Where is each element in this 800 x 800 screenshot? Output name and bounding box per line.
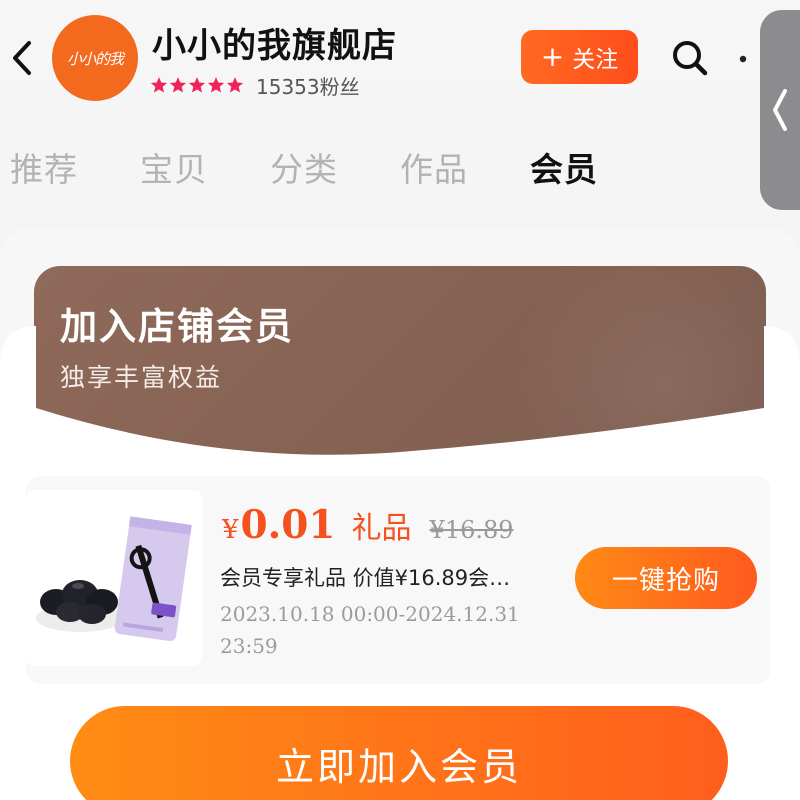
star-icon — [207, 77, 225, 93]
banner-glow — [504, 266, 766, 466]
star-icon — [169, 77, 187, 93]
tab-categories[interactable]: 分类 — [270, 143, 338, 191]
gift-label: 礼品 — [351, 511, 412, 546]
chevron-left-icon — [773, 89, 787, 131]
search-icon — [673, 41, 708, 76]
store-tabs: 推荐 宝贝 分类 作品 会员 — [10, 142, 660, 192]
star-icon — [226, 77, 244, 93]
join-membership-label: 立即加入会员 — [275, 745, 522, 789]
join-membership-button[interactable]: 立即加入会员 — [70, 706, 728, 800]
tab-products[interactable]: 宝贝 — [140, 143, 208, 191]
shop-name[interactable]: 小小的我旗舰店 — [152, 18, 397, 67]
membership-banner: 加入店铺会员 独享丰富权益 — [34, 266, 766, 466]
chevron-left-icon — [13, 41, 31, 75]
product-image[interactable] — [26, 490, 202, 666]
currency-symbol: ¥ — [222, 515, 239, 545]
store-page: 小小的我 小小的我旗舰店 15353粉丝 + 关注 推荐 宝贝 分类 作品 会员… — [0, 0, 800, 800]
banner-subtitle: 独享丰富权益 — [60, 363, 223, 392]
gift-product-card[interactable]: ¥ 0.01 礼品 ¥16.89 会员专享礼品 价值¥16.89会… 2023.… — [26, 476, 770, 684]
follow-button[interactable]: + 关注 — [521, 30, 638, 84]
shop-logo[interactable]: 小小的我 — [52, 15, 138, 101]
product-photo — [26, 490, 202, 666]
follow-label: 关注 — [572, 47, 619, 73]
tab-works[interactable]: 作品 — [400, 143, 468, 191]
search-button[interactable] — [668, 36, 712, 80]
one-click-buy-button[interactable]: 一键抢购 — [575, 547, 757, 609]
star-icon — [150, 77, 168, 93]
price-row: ¥ 0.01 礼品 ¥16.89 — [222, 502, 514, 552]
validity-period: 2023.10.18 00:00-2024.12.31 23:59 — [220, 602, 520, 658]
product-description[interactable]: 会员专享礼品 价值¥16.89会… — [220, 562, 570, 592]
tab-membership[interactable]: 会员 — [530, 143, 598, 191]
tab-recommend[interactable]: 推荐 — [10, 143, 78, 191]
plus-icon: + — [540, 40, 565, 73]
shop-rating: 15353粉丝 — [150, 72, 360, 99]
fans-count: 15353粉丝 — [256, 74, 360, 99]
side-panel-handle[interactable] — [760, 10, 800, 210]
banner-title: 加入店铺会员 — [60, 305, 294, 348]
more-dots-icon — [739, 55, 747, 63]
rating-stars — [150, 76, 244, 94]
original-price: ¥16.89 — [429, 516, 514, 544]
back-button[interactable] — [6, 38, 38, 78]
member-price: 0.01 — [240, 502, 336, 548]
star-icon — [188, 77, 206, 93]
logo-text: 小小的我 — [66, 49, 124, 68]
